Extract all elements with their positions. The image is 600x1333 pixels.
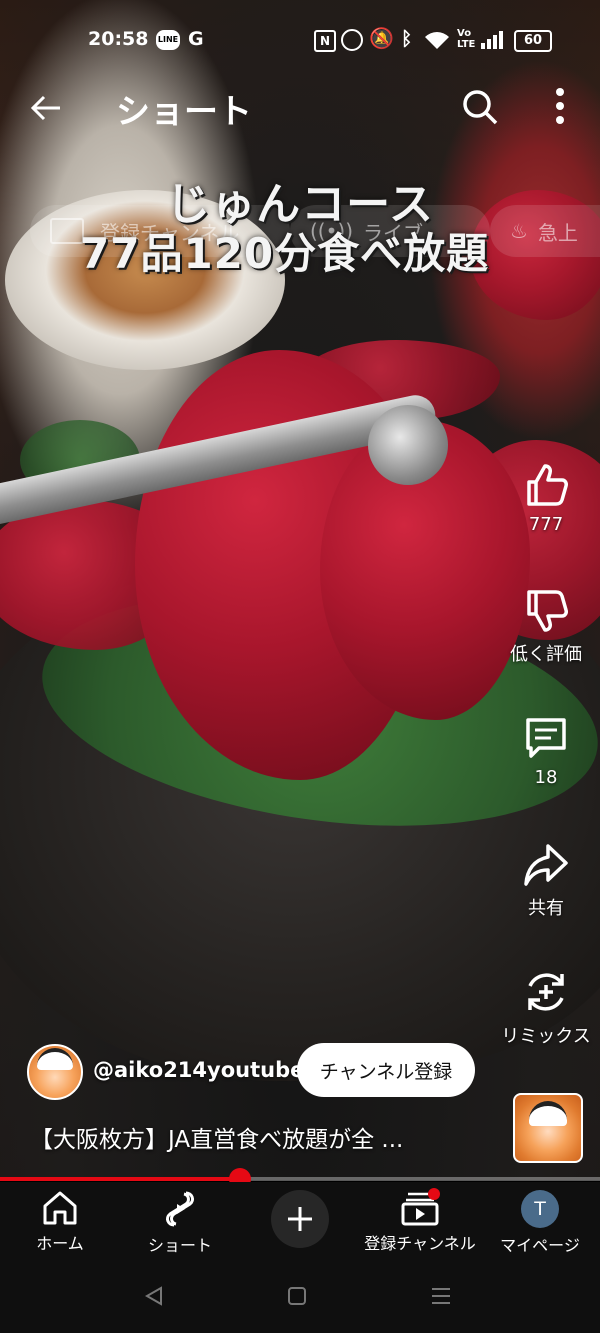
tongs-tip bbox=[368, 405, 448, 485]
nav-shorts[interactable]: ショート bbox=[120, 1190, 240, 1256]
google-icon: G bbox=[188, 28, 204, 50]
comments-button[interactable]: 18 bbox=[496, 715, 596, 788]
signal-icon bbox=[481, 31, 503, 49]
nav-create[interactable] bbox=[240, 1190, 360, 1248]
progress-fill bbox=[0, 1177, 240, 1181]
line-icon: LINE bbox=[156, 30, 180, 50]
nav-subscriptions[interactable]: 登録チャンネル bbox=[360, 1188, 480, 1254]
create-plus-icon bbox=[288, 1207, 312, 1231]
bottom-navigation: ホーム ショート 登録チャンネル T マイページ bbox=[0, 1182, 600, 1333]
status-bar: 20:58 LINE G N 🔕 ᛒ Vo LTE 60 bbox=[0, 0, 600, 80]
thumb-down-icon bbox=[527, 590, 568, 632]
back-triangle-icon[interactable] bbox=[143, 1285, 165, 1307]
share-button[interactable]: 共有 bbox=[496, 842, 596, 920]
recents-lines-icon[interactable] bbox=[430, 1286, 452, 1306]
volte-icon: Vo LTE bbox=[457, 28, 476, 50]
video-overlay-title-line2: 77品120分食べ放題 bbox=[80, 229, 490, 278]
avatar-icon: T bbox=[521, 1190, 559, 1228]
share-label: 共有 bbox=[528, 898, 564, 919]
wifi-icon bbox=[425, 32, 449, 49]
dislike-button[interactable]: 低く評価 bbox=[496, 588, 596, 666]
channel-avatar[interactable] bbox=[27, 1044, 83, 1100]
home-square-icon[interactable] bbox=[287, 1286, 307, 1306]
like-count: 777 bbox=[528, 514, 564, 535]
nav-home[interactable]: ホーム bbox=[0, 1190, 120, 1254]
mute-icon: 🔕 bbox=[369, 26, 394, 50]
battery-icon: 60 bbox=[514, 30, 552, 52]
home-icon bbox=[43, 1191, 77, 1225]
header: ショート bbox=[0, 78, 600, 138]
thumb-up-icon bbox=[527, 464, 568, 506]
like-button[interactable]: 777 bbox=[496, 462, 596, 535]
more-vertical-icon[interactable] bbox=[548, 86, 572, 126]
audio-source-thumbnail[interactable] bbox=[513, 1093, 583, 1163]
create-button-circle bbox=[271, 1190, 329, 1248]
panda-hood-graphic bbox=[529, 1101, 567, 1126]
battery-level: 60 bbox=[523, 33, 543, 48]
nfc-icon: N bbox=[314, 30, 336, 52]
remix-label: リミックス bbox=[501, 1026, 591, 1047]
alarm-icon bbox=[341, 29, 363, 51]
comment-icon bbox=[526, 718, 566, 758]
share-icon bbox=[524, 844, 568, 886]
status-time: 20:58 bbox=[88, 28, 149, 50]
panda-hood-graphic bbox=[37, 1048, 73, 1070]
channel-handle[interactable]: @aiko214youtube bbox=[93, 1058, 304, 1082]
avatar-letter: T bbox=[534, 1198, 546, 1220]
page-title: ショート bbox=[116, 92, 252, 132]
arrow-left-icon[interactable] bbox=[28, 90, 64, 126]
dislike-label: 低く評価 bbox=[510, 644, 582, 665]
nav-home-label: ホーム bbox=[36, 1234, 84, 1253]
remix-icon bbox=[528, 973, 564, 1011]
bluetooth-icon: ᛒ bbox=[401, 28, 413, 50]
video-title[interactable]: 【大阪枚方】JA直営食べ放題が全 ... bbox=[30, 1120, 403, 1154]
shorts-icon bbox=[165, 1191, 195, 1227]
remix-button[interactable]: リミックス bbox=[496, 968, 596, 1048]
nav-subscriptions-label: 登録チャンネル bbox=[364, 1234, 476, 1253]
search-icon[interactable] bbox=[461, 88, 499, 126]
nav-my-page-label: マイページ bbox=[500, 1236, 580, 1255]
progress-track[interactable] bbox=[0, 1168, 600, 1190]
nav-shorts-label: ショート bbox=[147, 1236, 212, 1255]
notification-dot bbox=[428, 1188, 440, 1200]
comment-count: 18 bbox=[534, 767, 558, 788]
nav-my-page[interactable]: T マイページ bbox=[480, 1190, 600, 1256]
subscribe-button[interactable]: チャンネル登録 bbox=[297, 1043, 475, 1097]
